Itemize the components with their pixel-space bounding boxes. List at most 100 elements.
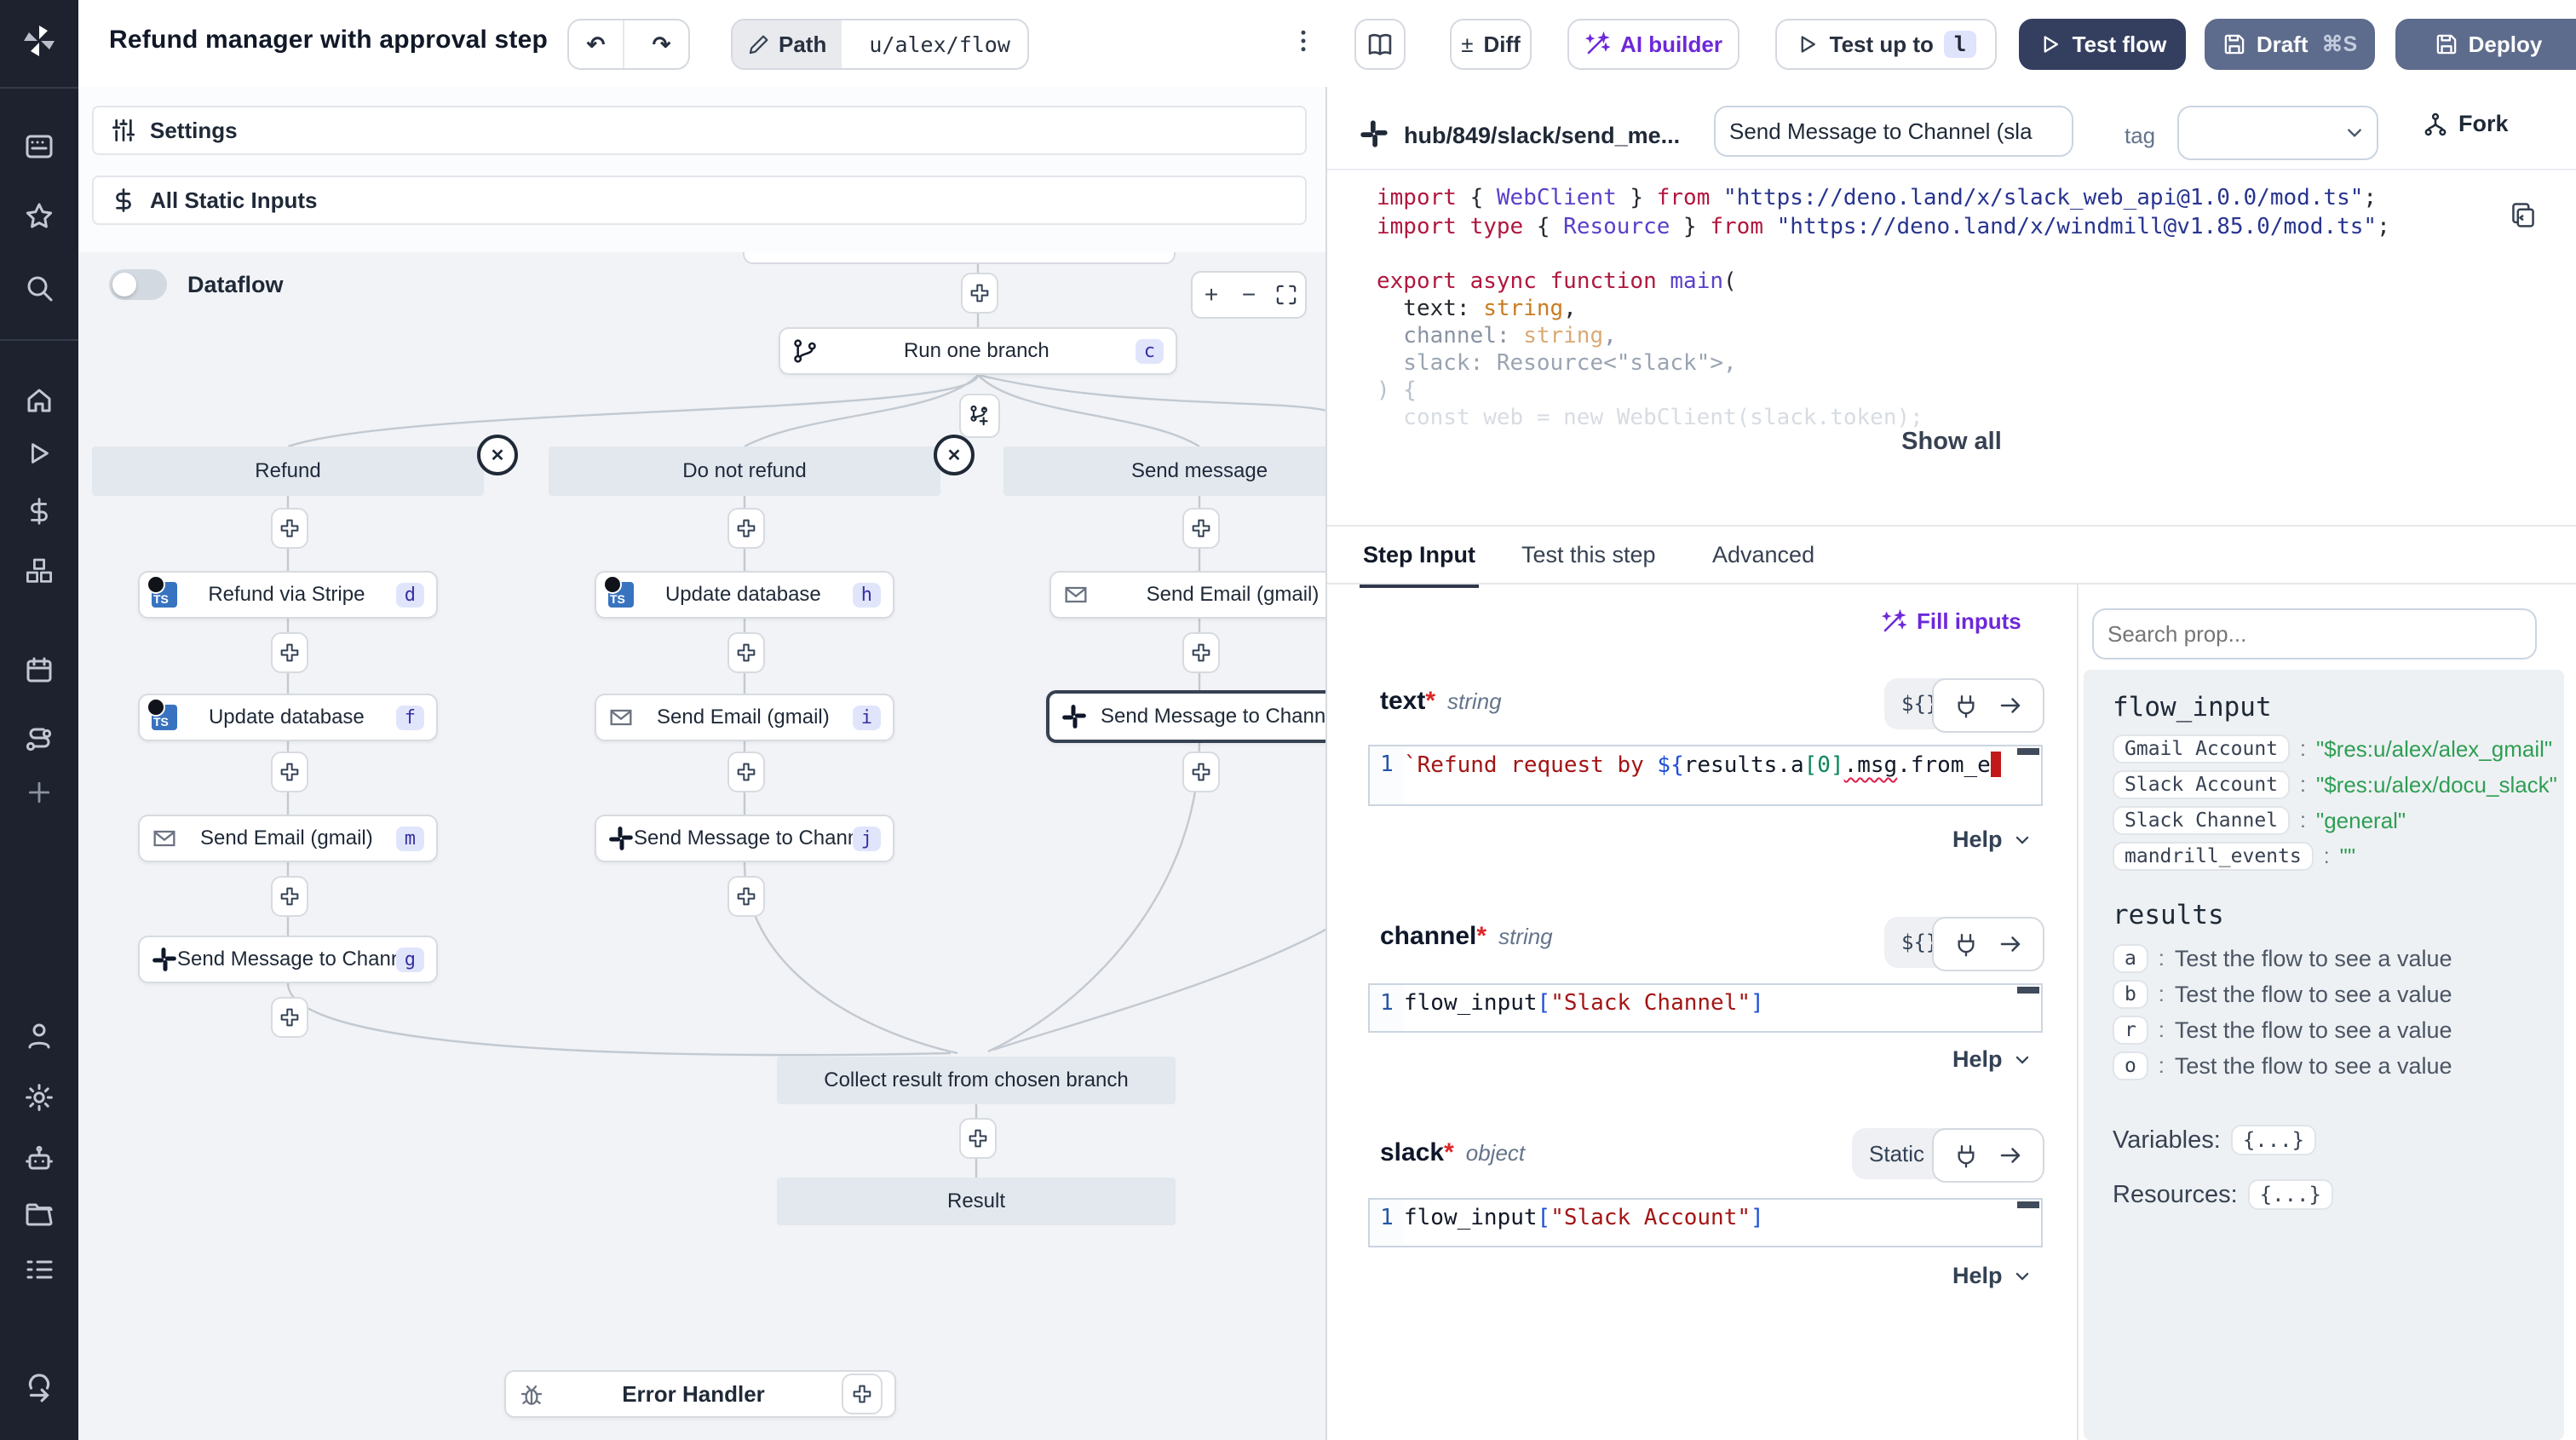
draft-button[interactable]: Draft⌘S xyxy=(2205,19,2375,70)
tab-advanced[interactable]: Advanced xyxy=(1709,527,1818,583)
branch-header-refund[interactable]: Refund xyxy=(92,446,484,496)
add-step-button[interactable] xyxy=(271,508,308,549)
add-step-button[interactable] xyxy=(959,1118,997,1159)
tab-step-input[interactable]: Step Input xyxy=(1360,527,1479,588)
step-name-input[interactable] xyxy=(1714,106,2073,157)
zoom-in-button[interactable]: + xyxy=(1193,273,1230,317)
diff-button[interactable]: ±Diff xyxy=(1450,19,1532,70)
user-icon[interactable] xyxy=(24,1021,55,1051)
prop-key[interactable]: mandrill_events xyxy=(2113,842,2314,871)
test-flow-button[interactable]: Test flow xyxy=(2019,19,2186,70)
prop-key[interactable]: Slack Channel xyxy=(2113,806,2290,835)
apps-icon[interactable] xyxy=(24,131,55,162)
undo-button[interactable]: ↶ xyxy=(569,20,624,68)
arrow-right-icon[interactable] xyxy=(1998,1143,2023,1168)
ai-builder-button[interactable]: AI builder xyxy=(1567,19,1739,70)
plug-icon[interactable] xyxy=(1953,931,1979,957)
flow-graph-canvas[interactable]: Dataflow + − Run one branch c Refund Do … xyxy=(78,252,1327,1440)
help-toggle[interactable]: Help xyxy=(1952,827,2032,853)
audit-list-icon[interactable] xyxy=(24,1254,55,1285)
add-step-button[interactable] xyxy=(1182,508,1220,549)
add-branch-button[interactable] xyxy=(959,394,1000,438)
fork-button[interactable]: Fork xyxy=(2423,111,2509,137)
show-all-button[interactable]: Show all xyxy=(1327,428,2576,456)
add-step-button[interactable] xyxy=(727,508,765,549)
flow-title[interactable]: Refund manager with approval step xyxy=(109,26,548,55)
docs-book-button[interactable] xyxy=(1354,19,1406,70)
add-step-button[interactable] xyxy=(1182,632,1220,673)
add-step-button[interactable] xyxy=(1182,752,1220,792)
flow-settings-bar[interactable]: Settings xyxy=(92,106,1307,155)
branch-header-send-message[interactable]: Send message xyxy=(1003,446,1327,496)
star-icon[interactable] xyxy=(24,201,55,232)
help-toggle[interactable]: Help xyxy=(1952,1046,2032,1073)
error-handler-node[interactable]: Error Handler xyxy=(504,1370,896,1418)
search-props-input[interactable] xyxy=(2092,608,2537,660)
run-one-branch-node[interactable]: Run one branch c xyxy=(779,327,1177,375)
flow-node-update-database[interactable]: TS Update databaseh xyxy=(595,571,894,619)
add-step-button[interactable] xyxy=(271,632,308,673)
zoom-out-button[interactable]: − xyxy=(1230,273,1268,317)
result-key[interactable]: o xyxy=(2113,1051,2148,1080)
prop-key[interactable]: Gmail Account xyxy=(2113,734,2290,763)
search-icon[interactable] xyxy=(24,273,55,303)
add-step-button[interactable] xyxy=(727,752,765,792)
result-key[interactable]: a xyxy=(2113,944,2148,973)
add-step-button[interactable] xyxy=(271,752,308,792)
add-step-button[interactable] xyxy=(271,876,308,917)
logout-icon[interactable] xyxy=(23,1371,55,1403)
routes-icon[interactable] xyxy=(24,726,55,757)
add-step-button[interactable] xyxy=(961,273,998,314)
add-error-handler-button[interactable] xyxy=(842,1374,883,1414)
robot-icon[interactable] xyxy=(24,1143,55,1174)
flow-node-send-email[interactable]: Send Email (gmail)i xyxy=(595,694,894,741)
test-up-to-button[interactable]: Test up to l xyxy=(1775,19,1997,70)
channel-expression-editor[interactable]: 1 flow_input["Slack Channel"] xyxy=(1368,983,2043,1033)
arrow-right-icon[interactable] xyxy=(1998,693,2023,718)
fit-view-button[interactable] xyxy=(1268,273,1305,317)
result-key[interactable]: r xyxy=(2113,1016,2148,1045)
copy-code-icon[interactable] xyxy=(2510,201,2537,228)
plug-icon[interactable] xyxy=(1953,693,1979,718)
redo-button[interactable]: ↷ xyxy=(635,20,688,68)
settings-gear-icon[interactable] xyxy=(24,1082,55,1113)
flow-node-send-email[interactable]: Send Email (gmail)m xyxy=(138,815,438,862)
collect-result-node[interactable]: Collect result from chosen branch xyxy=(777,1057,1176,1104)
flow-node-send-slack-message-selected[interactable]: Send Message to Channel (slack) xyxy=(1046,690,1327,743)
flow-node-update-database[interactable]: TS Update databasef xyxy=(138,694,438,741)
text-expression-editor[interactable]: 1 `Refund request by ${results.a[0].msg.… xyxy=(1368,745,2043,806)
result-key[interactable]: b xyxy=(2113,980,2148,1009)
deploy-button[interactable]: Deploy xyxy=(2397,19,2576,70)
folder-icon[interactable] xyxy=(24,1200,55,1230)
windmill-logo-icon[interactable] xyxy=(19,20,60,61)
prop-key[interactable]: Slack Account xyxy=(2113,770,2290,799)
variables-dollar-icon[interactable] xyxy=(25,497,54,526)
arrow-right-icon[interactable] xyxy=(1998,931,2023,957)
remove-branch-icon[interactable]: ✕ xyxy=(477,435,518,475)
hub-script-path[interactable]: hub/849/slack/send_me... xyxy=(1404,123,1680,149)
flow-node-send-slack-message[interactable]: Send Message to Channel (slack)j xyxy=(595,815,894,862)
all-static-inputs-bar[interactable]: All Static Inputs xyxy=(92,176,1307,225)
schedules-calendar-icon[interactable] xyxy=(24,654,55,685)
add-step-button[interactable] xyxy=(271,997,308,1038)
resources-pill[interactable]: {...} xyxy=(2248,1179,2333,1210)
flow-node-send-email[interactable]: Send Email (gmail) xyxy=(1049,571,1327,619)
remove-branch-icon[interactable]: ✕ xyxy=(934,435,975,475)
plug-icon[interactable] xyxy=(1953,1143,1979,1168)
add-step-button[interactable] xyxy=(727,632,765,673)
help-toggle[interactable]: Help xyxy=(1952,1263,2032,1289)
tag-select[interactable] xyxy=(2177,106,2378,160)
dataflow-toggle[interactable] xyxy=(109,269,167,300)
variables-pill[interactable]: {...} xyxy=(2231,1125,2316,1155)
static-mode-option[interactable]: Static xyxy=(1855,1141,1938,1167)
fill-inputs-button[interactable]: Fill inputs xyxy=(1881,608,2021,635)
result-node[interactable]: Result xyxy=(777,1178,1176,1225)
path-group[interactable]: Path u/alex/flow xyxy=(731,19,1029,70)
branch-header-do-not-refund[interactable]: Do not refund xyxy=(549,446,940,496)
runs-play-icon[interactable] xyxy=(25,439,54,468)
home-icon[interactable] xyxy=(24,385,55,416)
flow-node-send-slack-message[interactable]: Send Message to Channel (slack)g xyxy=(138,936,438,983)
add-step-button[interactable] xyxy=(727,876,765,917)
more-options-icon[interactable] xyxy=(1290,27,1317,55)
resources-cubes-icon[interactable] xyxy=(24,556,55,586)
